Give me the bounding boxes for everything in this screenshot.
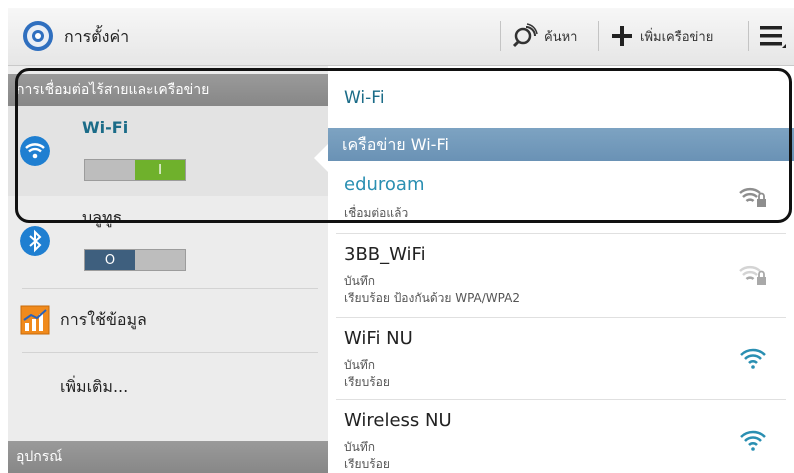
section-header-wireless: การเชื่อมต่อไร้สายและเครือข่าย (8, 74, 328, 106)
toggle-on-segment: I (135, 160, 185, 180)
bluetooth-toggle[interactable]: O (84, 249, 186, 271)
sidebar-item-wifi[interactable]: Wi-Fi I (8, 106, 328, 196)
network-item-wireless-nu[interactable]: Wireless NU บันทึก เรียบร้อย (328, 400, 794, 473)
wifi-lock-icon (739, 188, 766, 207)
wifi-panel: Wi-Fi เครือข่าย Wi-Fi eduroam เชื่อมต่อแ… (328, 66, 794, 473)
sidebar-item-data-usage[interactable]: การใช้ข้อมูล (8, 290, 328, 350)
selection-pointer (314, 144, 328, 172)
separator (748, 21, 749, 51)
separator (598, 21, 599, 51)
bluetooth-label: บลูทูธ (82, 208, 123, 227)
search-button[interactable]: ค้นหา (512, 18, 577, 54)
sidebar-item-more[interactable]: เพิ่มเติม... (8, 354, 328, 416)
network-name: WiFi NU (344, 328, 413, 349)
data-usage-icon (20, 305, 50, 335)
network-name: 3BB_WiFi (344, 244, 426, 265)
divider (22, 288, 318, 289)
network-item-eduroam[interactable]: eduroam เชื่อมต่อแล้ว (328, 162, 794, 232)
bluetooth-icon (20, 226, 50, 256)
settings-window: การตั้งค่า ค้นหา เพิ่มเครือข่าย การเชื่อ… (8, 8, 794, 473)
network-security: เรียบร้อย (344, 457, 390, 471)
data-usage-label: การใช้ข้อมูล (60, 310, 147, 329)
wifi-icon (740, 348, 766, 369)
toggle-off-segment: O (85, 250, 135, 270)
separator (500, 21, 501, 51)
plus-icon (612, 26, 632, 46)
wifi-toggle[interactable]: I (84, 159, 186, 181)
network-name: Wireless NU (344, 410, 452, 431)
search-icon (512, 23, 538, 48)
action-bar: การตั้งค่า ค้นหา เพิ่มเครือข่าย (8, 8, 794, 66)
settings-gear-icon[interactable] (22, 20, 54, 52)
toggle-on-segment (135, 250, 185, 270)
add-network-button[interactable]: เพิ่มเครือข่าย (610, 18, 713, 54)
add-network-label: เพิ่มเครือข่าย (640, 29, 714, 45)
section-header-device: อุปกรณ์ (8, 441, 328, 473)
toggle-off-segment (85, 160, 135, 180)
wifi-icon (740, 430, 766, 451)
wifi-icon (20, 136, 50, 166)
network-security: เรียบร้อย ป้องกันด้วย WPA/WPA2 (344, 291, 520, 305)
settings-sidebar: การเชื่อมต่อไร้สายและเครือข่าย Wi-Fi I บ… (8, 66, 328, 473)
network-name: eduroam (344, 174, 425, 195)
panel-title: Wi-Fi (344, 88, 385, 108)
page-title: การตั้งค่า (64, 27, 130, 46)
network-security: เรียบร้อย (344, 375, 390, 389)
more-label: เพิ่มเติม... (60, 377, 129, 396)
network-item-wifi-nu[interactable]: WiFi NU บันทึก เรียบร้อย (328, 318, 794, 398)
network-item-3bb[interactable]: 3BB_WiFi บันทึก เรียบร้อย ป้องกันด้วย WP… (328, 234, 794, 316)
sidebar-item-bluetooth[interactable]: บลูทูธ O (8, 200, 328, 286)
divider (22, 352, 318, 353)
wifi-label: Wi-Fi (82, 118, 129, 137)
networks-subheader: เครือข่าย Wi-Fi (328, 128, 794, 161)
search-label: ค้นหา (544, 29, 578, 45)
wifi-lock-icon (739, 266, 766, 285)
network-status: เชื่อมต่อแล้ว (344, 206, 409, 220)
menu-icon[interactable] (760, 24, 786, 48)
